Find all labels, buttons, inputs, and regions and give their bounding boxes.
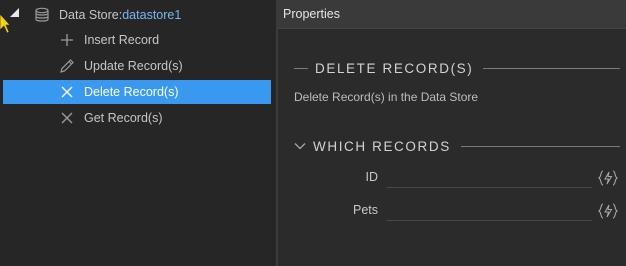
tree-item-insert-record[interactable]: Insert Record [58,28,159,52]
tree-item-update-records[interactable]: Update Record(s) [58,54,183,78]
section-description: Delete Record(s) in the Data Store [294,90,479,104]
tree-item-label: Insert Record [84,33,160,47]
id-field[interactable] [386,168,592,188]
pets-field[interactable] [386,201,592,221]
dynamic-value-icon[interactable] [598,170,618,186]
close-icon [58,83,76,101]
properties-panel: Properties DELETE RECORD(S) Delete Recor… [278,0,626,266]
tree-item-delete-records[interactable]: Delete Record(s) [58,80,178,104]
properties-header: Properties [278,0,626,29]
tree-item-label: Delete Record(s) [84,85,179,99]
data-store-tree-panel: Data Store: datastore1 Insert Record Upd… [0,0,276,266]
pencil-icon [58,57,76,75]
dynamic-value-icon[interactable] [598,203,618,219]
tree-item-label: Get Record(s) [84,111,163,125]
section-divider [483,67,620,69]
tree-item-datastore[interactable]: Data Store: datastore1 [33,3,181,27]
plus-icon [58,31,76,49]
section-divider [460,145,620,147]
database-icon [33,6,51,24]
tree-item-get-records[interactable]: Get Record(s) [58,106,163,130]
section-delete-records: DELETE RECORD(S) [294,58,620,78]
mouse-cursor-icon [0,14,10,34]
close-icon [58,109,76,127]
collapse-triangle-icon[interactable] [10,8,20,18]
section-which-records[interactable]: WHICH RECORDS [294,136,620,156]
tree-item-label: Update Record(s) [84,59,183,73]
field-label-id: ID [365,170,379,184]
section-title: WHICH RECORDS [313,138,451,154]
field-label-pets: Pets [352,203,378,217]
section-title: DELETE RECORD(S) [315,60,474,76]
chevron-down-icon[interactable] [294,140,306,152]
section-divider [294,67,308,69]
datastore-name: datastore1 [122,8,182,22]
datastore-label: Data Store: [59,8,123,22]
